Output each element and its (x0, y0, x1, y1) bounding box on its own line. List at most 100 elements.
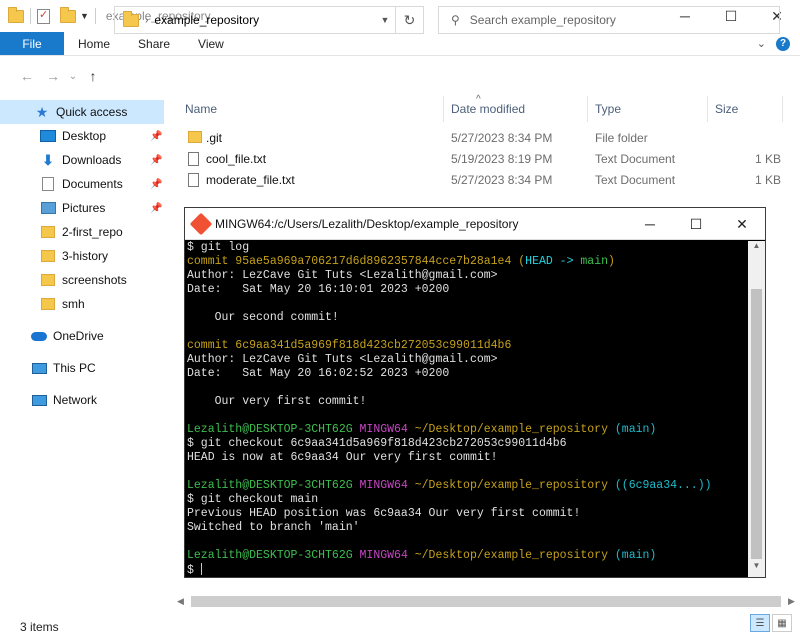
terminal-window[interactable]: MINGW64:/c/Users/Lezalith/Desktop/exampl… (184, 207, 766, 578)
terminal-line: $ git checkout main (187, 493, 747, 507)
folder-icon (123, 10, 139, 27)
terminal-line: Our very first commit! (187, 395, 747, 409)
tab-view[interactable]: View (184, 32, 238, 55)
terminal-text: $ git log (187, 241, 250, 254)
sidebar-item-screenshots[interactable]: screenshots (0, 268, 172, 292)
column-divider[interactable] (587, 96, 588, 122)
sidebar-item-smh[interactable]: smh (0, 292, 172, 316)
terminal-text: HEAD is now at 6c9aa34 Our very first co… (187, 451, 498, 464)
file-name: .git (206, 131, 223, 145)
terminal-maximize-button[interactable]: ☐ (673, 208, 719, 240)
navigation-bar: ← → ⌄ ↑ (0, 56, 800, 96)
column-divider[interactable] (707, 96, 708, 122)
scroll-down-icon[interactable]: ▼ (748, 561, 765, 577)
large-icons-view-icon[interactable]: ▦ (772, 614, 792, 632)
pin-icon[interactable]: 📌 (150, 203, 162, 214)
sidebar-item-this-pc[interactable]: This PC (0, 356, 172, 380)
column-date-modified[interactable]: Date modified (451, 102, 525, 116)
terminal-text: (main) (614, 423, 657, 436)
terminal-text: Lezalith@DESKTOP-3CHT62G (187, 423, 360, 436)
sidebar-item-label: screenshots (62, 273, 127, 287)
terminal-text: ((6c9aa34...)) (614, 479, 712, 492)
refresh-button[interactable]: ↻ (396, 6, 424, 34)
file-row[interactable]: moderate_file.txt 5/27/2023 8:34 PM Text… (172, 170, 800, 191)
scrollbar-thumb[interactable] (191, 596, 781, 607)
file-type: Text Document (595, 173, 676, 187)
horizontal-scrollbar[interactable]: ◀ ▶ (172, 593, 800, 610)
scroll-right-icon[interactable]: ▶ (783, 596, 800, 607)
sidebar-item-desktop[interactable]: Desktop 📌 (0, 124, 172, 148)
terminal-text: Switched to branch 'main' (187, 521, 360, 534)
file-row[interactable]: cool_file.txt 5/19/2023 8:19 PM Text Doc… (172, 149, 800, 170)
terminal-text: MINGW64 (359, 549, 415, 562)
new-folder-icon[interactable] (60, 6, 76, 23)
tab-home[interactable]: Home (64, 32, 124, 55)
sidebar-item-network[interactable]: Network (0, 388, 172, 412)
item-count: 3 items (20, 619, 59, 634)
terminal-text: main (580, 255, 608, 268)
address-bar[interactable]: › example_repository ▼ (114, 6, 396, 34)
file-name: moderate_file.txt (206, 173, 295, 187)
documents-icon (42, 177, 54, 191)
sidebar-item-2-first-repo[interactable]: 2-first_repo (0, 220, 172, 244)
sidebar-item-3-history[interactable]: 3-history (0, 244, 172, 268)
up-button[interactable]: ↑ (80, 68, 106, 84)
pin-icon[interactable]: 📌 (150, 155, 162, 166)
text-cursor (200, 563, 202, 575)
scrollbar-thumb[interactable] (751, 289, 762, 559)
terminal-title-bar[interactable]: MINGW64:/c/Users/Lezalith/Desktop/exampl… (185, 208, 765, 240)
folder-icon (188, 131, 202, 143)
details-view-icon[interactable]: ☰ (750, 614, 770, 632)
folder-icon[interactable] (8, 6, 24, 23)
sidebar-item-label: Network (53, 393, 98, 407)
sidebar-item-pictures[interactable]: Pictures 📌 (0, 196, 172, 220)
file-row[interactable]: .git 5/27/2023 8:34 PM File folder (172, 128, 800, 149)
terminal-text: Author: LezCave Git Tuts <Lezalith@gmail… (187, 353, 498, 366)
sidebar-item-label: smh (62, 297, 85, 311)
chevron-down-icon[interactable]: ▼ (375, 15, 395, 25)
terminal-text: Date: Sat May 20 16:10:01 2023 +0200 (187, 283, 450, 296)
star-icon: ★ (35, 103, 49, 120)
search-input[interactable]: Search example_repository (470, 13, 616, 27)
file-size: 1 KB (754, 152, 781, 166)
sidebar-item-documents[interactable]: Documents 📌 (0, 172, 172, 196)
folder-icon (41, 274, 55, 286)
properties-icon[interactable] (37, 8, 50, 24)
column-divider[interactable] (782, 96, 783, 122)
column-name[interactable]: Name (185, 102, 217, 116)
scroll-left-icon[interactable]: ◀ (172, 596, 189, 607)
pin-icon[interactable]: 📌 (150, 179, 162, 190)
breadcrumb-separator[interactable]: › (145, 15, 148, 26)
tab-file[interactable]: File (0, 32, 64, 55)
search-box[interactable]: ⚲ Search example_repository (438, 6, 780, 34)
column-type[interactable]: Type (595, 102, 621, 116)
terminal-line: Switched to branch 'main' (187, 521, 747, 535)
recent-locations-button[interactable]: ⌄ (66, 71, 80, 82)
terminal-text: ~/Desktop/example_repository (414, 549, 615, 562)
scroll-up-icon[interactable]: ▲ (748, 241, 765, 257)
customize-toolbar-icon[interactable]: ▼ (80, 11, 89, 21)
back-button[interactable]: ← (14, 68, 40, 84)
help-icon[interactable]: ? (776, 36, 790, 51)
sidebar-item-onedrive[interactable]: OneDrive (0, 324, 172, 348)
tab-share[interactable]: Share (124, 32, 184, 55)
column-size[interactable]: Size (715, 102, 738, 116)
sidebar-item-label: Documents (62, 177, 123, 191)
sidebar-item-downloads[interactable]: ⬇ Downloads 📌 (0, 148, 172, 172)
sidebar-item-quick-access[interactable]: ★ Quick access (0, 100, 164, 124)
terminal-close-button[interactable]: ✕ (719, 208, 765, 240)
terminal-minimize-button[interactable]: ─ (627, 208, 673, 240)
terminal-text: Our second commit! (187, 311, 339, 324)
terminal-text: Lezalith@DESKTOP-3CHT62G (187, 479, 360, 492)
expand-ribbon-icon[interactable]: ⌄ (757, 37, 766, 50)
breadcrumb-item[interactable]: example_repository (154, 13, 259, 27)
column-divider[interactable] (443, 96, 444, 122)
terminal-text: $ git checkout 6c9aa341d5a969f818d423cb2… (187, 437, 567, 450)
network-icon (31, 394, 47, 406)
terminal-scrollbar[interactable]: ▲ ▼ (748, 241, 765, 577)
forward-button[interactable]: → (40, 68, 66, 84)
pin-icon[interactable]: 📌 (150, 131, 162, 142)
terminal-output[interactable]: $ git log commit 95ae5a969a706217d6d89623… (187, 241, 747, 577)
terminal-text: Date: Sat May 20 16:02:52 2023 +0200 (187, 367, 450, 380)
